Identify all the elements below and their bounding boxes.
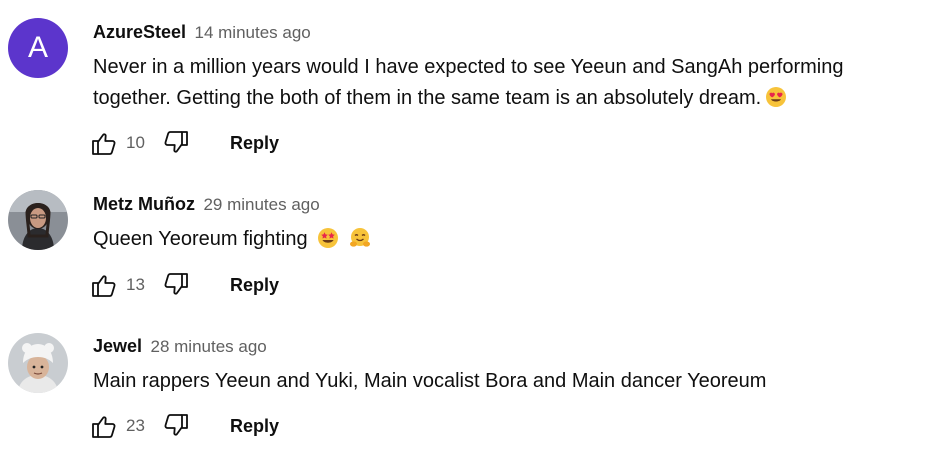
like-count: 10: [126, 133, 145, 152]
thumbs-down-icon[interactable]: [160, 269, 192, 301]
avatar-letter: A: [27, 31, 48, 64]
thumbs-down-icon[interactable]: [160, 410, 192, 442]
comment-text: Queen Yeoreum fighting: [93, 224, 893, 255]
like-count: 13: [126, 275, 145, 294]
comment-actions: 10 Reply: [88, 127, 279, 159]
comment-text: Never in a million years would I have ex…: [93, 52, 893, 114]
comment-timestamp[interactable]: 28 minutes ago: [151, 337, 267, 356]
hugging-face-emoji: [349, 227, 371, 249]
comment-actions: 23 Reply: [88, 410, 279, 442]
avatar[interactable]: A: [8, 18, 68, 78]
star-struck-emoji: [317, 227, 339, 249]
thumbs-up-icon[interactable]: [88, 410, 120, 442]
avatar[interactable]: [8, 190, 68, 250]
like-count: 23: [126, 416, 145, 435]
comment-text-line: together. Getting the both of them in th…: [93, 83, 893, 114]
comment-header: AzureSteel 14 minutes ago: [93, 22, 311, 43]
comment-text: Main rappers Yeeun and Yuki, Main vocali…: [93, 366, 893, 397]
heart-eyes-emoji: [765, 86, 787, 108]
thumbs-down-icon[interactable]: [160, 127, 192, 159]
author-name[interactable]: Jewel: [93, 336, 142, 356]
reply-button[interactable]: Reply: [230, 416, 279, 437]
reply-button[interactable]: Reply: [230, 133, 279, 154]
comment-header: Metz Muñoz 29 minutes ago: [93, 194, 320, 215]
author-name[interactable]: Metz Muñoz: [93, 194, 195, 214]
thumbs-up-icon[interactable]: [88, 269, 120, 301]
comment-text-line: Main rappers Yeeun and Yuki, Main vocali…: [93, 370, 767, 392]
comment-text-line: Never in a million years would I have ex…: [93, 56, 844, 78]
comment-text-line: Queen Yeoreum fighting: [93, 228, 308, 250]
comment-timestamp[interactable]: 29 minutes ago: [203, 195, 319, 214]
thumbs-up-icon[interactable]: [88, 127, 120, 159]
reply-button[interactable]: Reply: [230, 275, 279, 296]
author-name[interactable]: AzureSteel: [93, 22, 186, 42]
comment-actions: 13 Reply: [88, 269, 279, 301]
comment-timestamp[interactable]: 14 minutes ago: [195, 23, 311, 42]
avatar[interactable]: [8, 333, 68, 393]
comment-header: Jewel 28 minutes ago: [93, 336, 267, 357]
